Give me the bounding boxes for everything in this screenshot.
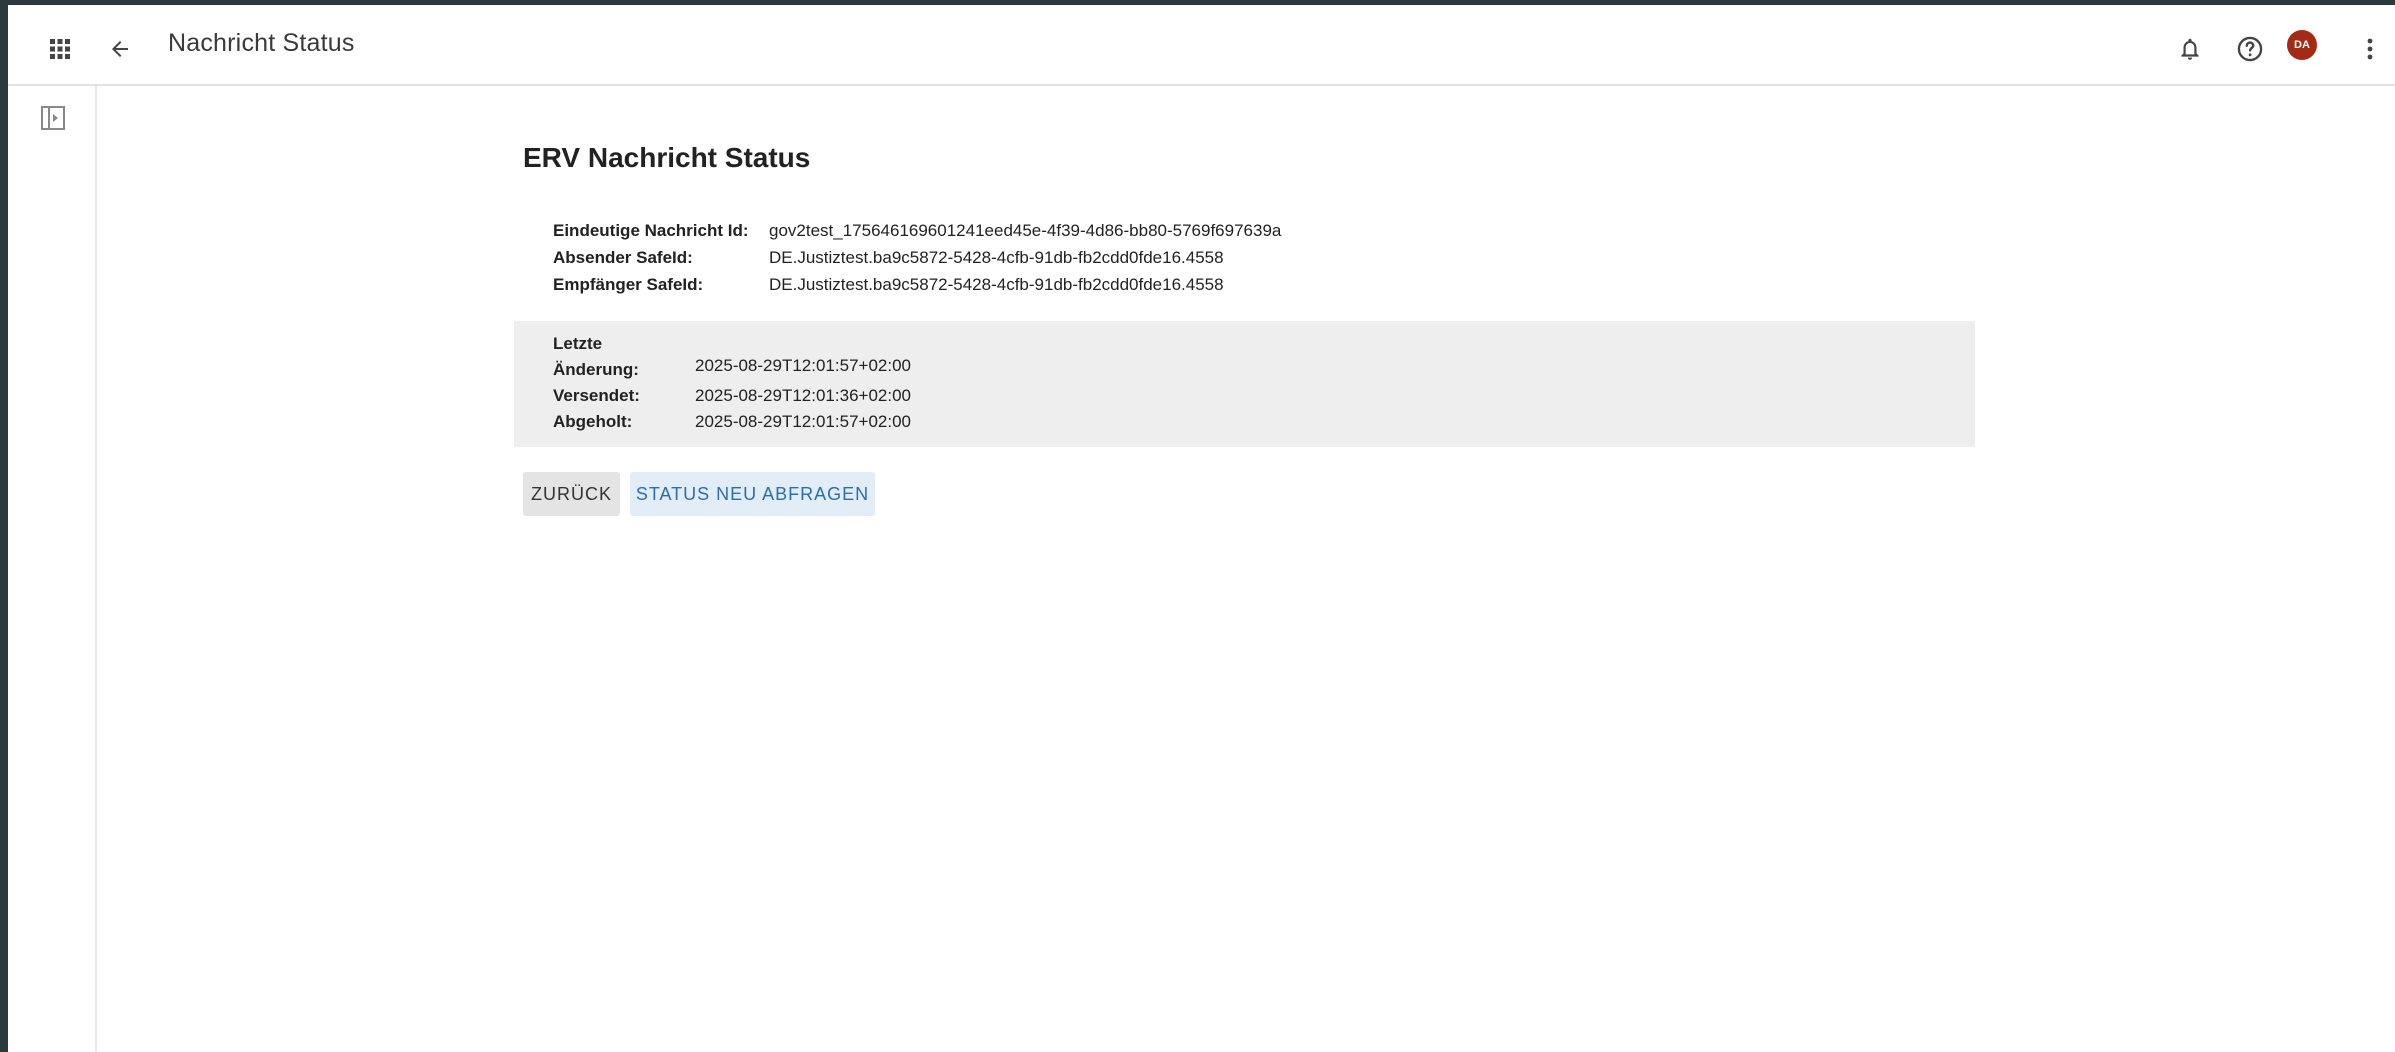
status-row-fetched: Abgeholt: 2025-08-29T12:01:57+02:00 [553, 409, 911, 435]
info-label: Empfänger SafeId: [553, 274, 704, 294]
status-value: 2025-08-29T12:01:57+02:00 [695, 356, 911, 375]
bell-icon[interactable] [2168, 27, 2212, 71]
info-label: Eindeutige Nachricht Id: [553, 220, 749, 240]
section-title: ERV Nachricht Status [523, 142, 811, 173]
status-value: 2025-08-29T12:01:36+02:00 [695, 386, 911, 405]
status-label: Letzte Änderung: [553, 331, 695, 383]
help-circle-icon[interactable] [2228, 27, 2272, 71]
main-content: ERV Nachricht Status Eindeutige Nachrich… [97, 86, 2395, 1052]
status-label: Abgeholt: [553, 412, 633, 431]
info-row-recipient-safeid: Empfänger SafeId: DE.Justiztest.ba9c5872… [553, 271, 1281, 298]
status-label: Versendet: [553, 386, 640, 405]
info-value: DE.Justiztest.ba9c5872-5428-4cfb-91db-fb… [769, 247, 1224, 267]
info-label: Absender SafeId: [553, 247, 693, 267]
top-app-bar: Nachricht Status DA [8, 5, 2395, 86]
refresh-status-button[interactable]: STATUS NEU ABFRAGEN [630, 472, 875, 516]
apps-grid-icon[interactable] [38, 27, 82, 71]
avatar[interactable]: DA [2287, 30, 2317, 60]
sidebar-toggle-icon[interactable] [31, 96, 75, 140]
status-grid: Letzte Änderung: 2025-08-29T12:01:57+02:… [553, 331, 911, 435]
status-row-last-change: Letzte Änderung: 2025-08-29T12:01:57+02:… [553, 331, 911, 383]
page-title: Nachricht Status [168, 29, 355, 57]
status-row-sent: Versendet: 2025-08-29T12:01:36+02:00 [553, 383, 911, 409]
info-row-message-id: Eindeutige Nachricht Id: gov2test_175646… [553, 217, 1281, 244]
sidebar [8, 86, 97, 1052]
status-label-line: Änderung: [553, 360, 639, 379]
message-info-table: Eindeutige Nachricht Id: gov2test_175646… [553, 217, 1281, 298]
info-value: gov2test_175646169601241eed45e-4f39-4d86… [769, 220, 1282, 240]
more-vertical-icon[interactable] [2348, 27, 2392, 71]
arrow-left-icon[interactable] [98, 27, 142, 71]
status-label-line: Letzte [553, 334, 603, 353]
info-value: DE.Justiztest.ba9c5872-5428-4cfb-91db-fb… [769, 274, 1224, 294]
status-panel: Letzte Änderung: 2025-08-29T12:01:57+02:… [514, 321, 1975, 447]
status-value: 2025-08-29T12:01:57+02:00 [695, 412, 911, 431]
back-button[interactable]: ZURÜCK [523, 472, 620, 516]
app-window: Nachricht Status DA ERV Nachricht Status… [8, 5, 2395, 1052]
info-row-sender-safeid: Absender SafeId: DE.Justiztest.ba9c5872-… [553, 244, 1281, 271]
